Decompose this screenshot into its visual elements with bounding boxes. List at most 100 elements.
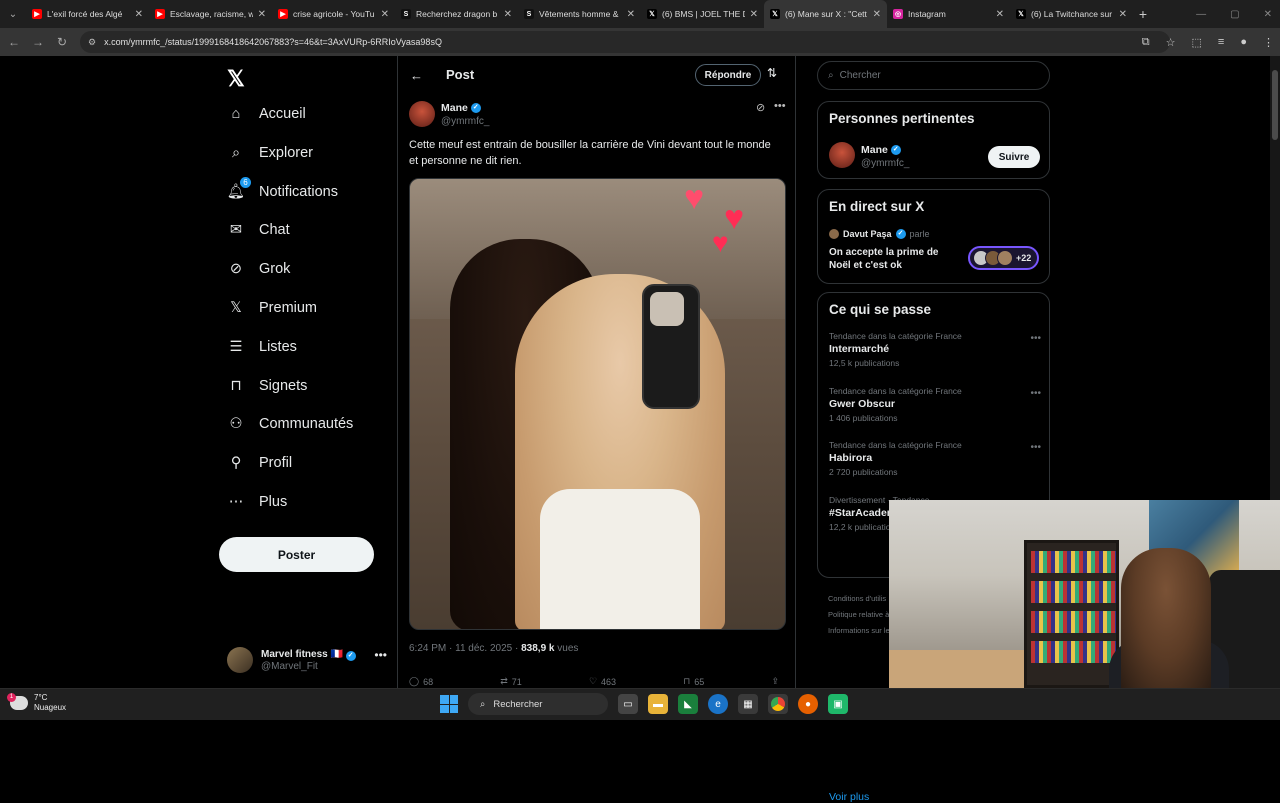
- browser-tab[interactable]: ▶ L'exil forcé des Algé ✕: [26, 0, 149, 28]
- post-image[interactable]: ♥ ♥ ♥: [409, 178, 786, 630]
- bookmark-action[interactable]: ⊓ 65: [683, 676, 704, 687]
- window-controls: — ▢ ✕: [1196, 0, 1272, 28]
- author-handle[interactable]: @ymrmfc_: [441, 116, 489, 127]
- url-field[interactable]: ⚙ x.com/ymrmfc_/status/19991684186420678…: [80, 31, 1170, 53]
- cast-icon[interactable]: ⧉: [1142, 36, 1150, 49]
- trend-item[interactable]: Tendance dans la catégorie France Habiror…: [829, 440, 1041, 477]
- avatar: [227, 647, 253, 673]
- post-button[interactable]: Poster: [219, 537, 374, 572]
- nav-item-listes[interactable]: ☰ Listes: [227, 338, 297, 356]
- edge-icon[interactable]: e: [708, 694, 728, 714]
- forward-icon[interactable]: →: [26, 35, 50, 49]
- site-info-icon[interactable]: ⚙: [88, 37, 96, 48]
- bookmark-star-icon[interactable]: ☆: [1166, 36, 1176, 49]
- app-icon[interactable]: ▣: [828, 694, 848, 714]
- reply-button[interactable]: Répondre: [695, 64, 761, 86]
- footer-link[interactable]: Politique relative à: [828, 607, 890, 623]
- follow-button[interactable]: Suivre: [988, 146, 1040, 168]
- windows-start-icon[interactable]: [440, 695, 458, 713]
- footer-link[interactable]: Informations sur le: [828, 623, 890, 639]
- close-tab-icon[interactable]: ✕: [1119, 9, 1127, 20]
- relevant-people-title: Personnes pertinentes: [829, 111, 975, 126]
- browser-tab[interactable]: ▶ crise agricole - YouTu ✕: [272, 0, 395, 28]
- nav-item-notifications[interactable]: 🔔︎ 6 Notifications: [227, 176, 338, 201]
- taskbar-search[interactable]: ⌕ Rechercher: [468, 693, 608, 715]
- nav-item-profil[interactable]: ⚲ Profil: [227, 454, 292, 472]
- share-action[interactable]: ⇪: [771, 676, 779, 687]
- file-explorer-icon[interactable]: ▬: [648, 694, 668, 714]
- close-window-icon[interactable]: ✕: [1264, 9, 1272, 20]
- like-action[interactable]: ♡ 463: [589, 676, 616, 687]
- browser-tab[interactable]: 𝕏 (6) La Twitchance sur ✕: [1010, 0, 1133, 28]
- nvidia-icon[interactable]: ◣: [678, 694, 698, 714]
- chrome-icon[interactable]: [768, 694, 788, 714]
- profile-avatar-icon[interactable]: ●: [1240, 36, 1247, 48]
- minimize-icon[interactable]: —: [1196, 9, 1206, 20]
- trend-item[interactable]: Tendance dans la catégorie France Interma…: [829, 331, 1041, 368]
- browser-tab[interactable]: ◎ Instagram ✕: [887, 0, 1010, 28]
- footer-link[interactable]: Conditions d'utilis: [828, 591, 890, 607]
- grok-icon[interactable]: ⊘: [756, 101, 765, 114]
- maximize-icon[interactable]: ▢: [1230, 9, 1239, 20]
- firefox-icon[interactable]: ●: [798, 694, 818, 714]
- nav-item-explorer[interactable]: ⌕ Explorer: [227, 144, 313, 162]
- repost-action[interactable]: ⇄ 71: [500, 676, 522, 687]
- windows-taskbar: 1 7°C Nuageux ⌕ Rechercher ▭ ▬ ◣ e ▦ ● ▣: [0, 688, 1280, 720]
- close-tab-icon[interactable]: ✕: [750, 9, 758, 20]
- tab-search-chevron-icon[interactable]: ⌄: [0, 0, 26, 28]
- browser-menu-icon[interactable]: ⋮: [1263, 36, 1274, 49]
- relevant-person-name[interactable]: Mane ✓: [861, 144, 901, 156]
- account-switcher[interactable]: Marvel fitness 🇫🇷 ✓ @Marvel_Fit •••: [227, 642, 387, 678]
- more-icon[interactable]: •••: [1030, 442, 1041, 453]
- back-icon[interactable]: ←: [2, 35, 26, 49]
- more-icon[interactable]: •••: [774, 100, 786, 112]
- nav-item-chat[interactable]: ✉ Chat: [227, 221, 290, 239]
- nav-item-premium[interactable]: 𝕏 Premium: [227, 299, 317, 317]
- close-tab-icon[interactable]: ✕: [996, 9, 1004, 20]
- trend-count: 12,5 k publications: [829, 358, 900, 368]
- back-arrow-icon[interactable]: ←: [410, 68, 423, 83]
- more-icon[interactable]: •••: [1030, 333, 1041, 344]
- close-tab-icon[interactable]: ✕: [627, 9, 635, 20]
- see-more-link[interactable]: Voir plus: [829, 791, 869, 803]
- close-tab-icon[interactable]: ✕: [135, 9, 143, 20]
- webcam-shelf: [1024, 540, 1119, 688]
- browser-tab[interactable]: S Recherchez dragon b ✕: [395, 0, 518, 28]
- task-view-icon[interactable]: ▭: [618, 694, 638, 714]
- extensions-icon[interactable]: ⬚: [1192, 36, 1202, 49]
- reading-list-icon[interactable]: ≡: [1218, 36, 1224, 48]
- listeners-pill[interactable]: +22: [968, 246, 1039, 270]
- close-tab-icon[interactable]: ✕: [504, 9, 512, 20]
- search-input[interactable]: ⌕ Chercher: [817, 61, 1050, 90]
- browser-tab[interactable]: S Vêtements homme & ✕: [518, 0, 641, 28]
- microsoft-store-icon[interactable]: ▦: [738, 694, 758, 714]
- live-card[interactable]: En direct sur X Davut Paşa ✓ parle On ac…: [817, 189, 1050, 284]
- trend-name: Intermarché: [829, 343, 890, 355]
- close-tab-icon[interactable]: ✕: [258, 9, 266, 20]
- author-avatar[interactable]: [409, 101, 435, 127]
- reload-icon[interactable]: ↻: [50, 35, 74, 49]
- avatar[interactable]: [829, 142, 855, 168]
- browser-tab[interactable]: 𝕏 (6) Mane sur X : "Cett ✕: [764, 0, 887, 28]
- nav-item-signets[interactable]: ⊓ Signets: [227, 377, 307, 395]
- browser-tab[interactable]: ▶ Esclavage, racisme, w ✕: [149, 0, 272, 28]
- weather-widget[interactable]: 1 7°C Nuageux: [7, 693, 66, 713]
- account-more-icon[interactable]: •••: [374, 648, 387, 662]
- new-tab-button[interactable]: +: [1133, 6, 1153, 22]
- close-tab-icon[interactable]: ✕: [381, 9, 389, 20]
- more-icon[interactable]: •••: [1030, 388, 1041, 399]
- browser-tab[interactable]: 𝕏 (6) BMS | JOEL THE D ✕: [641, 0, 764, 28]
- tab-title: (6) La Twitchance sur: [1031, 9, 1113, 19]
- image-white-top: [540, 489, 700, 629]
- nav-item-communautés[interactable]: ⚇ Communautés: [227, 415, 354, 433]
- nav-item-grok[interactable]: ⊘ Grok: [227, 260, 291, 278]
- author-name[interactable]: Mane ✓: [441, 102, 481, 114]
- reply-action[interactable]: ◯ 68: [409, 676, 433, 687]
- nav-item-plus[interactable]: ⋯ Plus: [227, 493, 287, 511]
- trend-item[interactable]: Tendance dans la catégorie France Gwer Ob…: [829, 386, 1041, 423]
- filter-icon[interactable]: ⇅: [767, 66, 777, 80]
- close-tab-icon[interactable]: ✕: [873, 9, 881, 20]
- relevant-person-handle[interactable]: @ymrmfc_: [861, 158, 909, 169]
- x-logo-icon[interactable]: 𝕏: [227, 66, 245, 92]
- nav-item-accueil[interactable]: ⌂ Accueil: [227, 105, 306, 123]
